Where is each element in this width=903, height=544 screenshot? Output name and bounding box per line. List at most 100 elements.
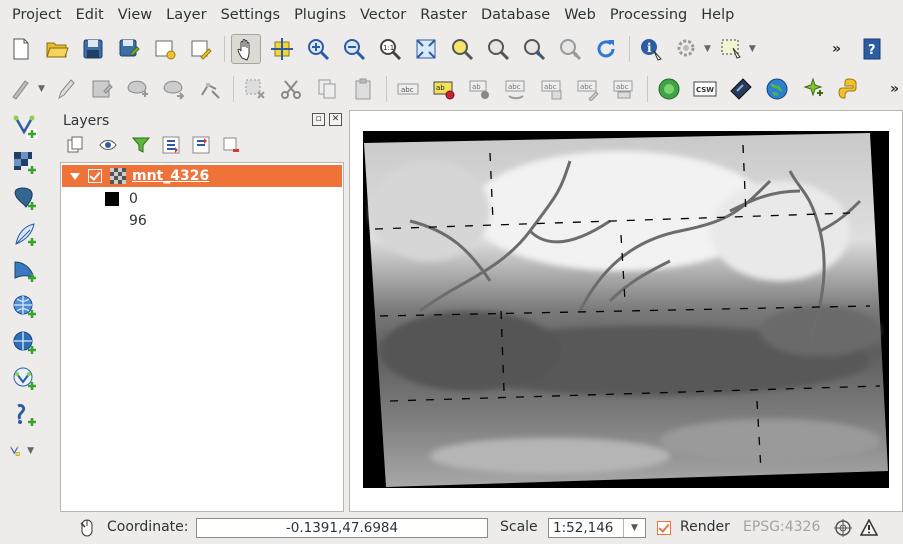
filter-icon[interactable] [132, 136, 150, 154]
refresh-icon[interactable] [591, 34, 621, 64]
label-icon[interactable]: abc [393, 74, 423, 104]
menu-database[interactable]: Database [474, 0, 557, 30]
cut-features-icon[interactable] [276, 74, 306, 104]
render-checkbox[interactable] [657, 521, 671, 535]
dem-raster [363, 131, 889, 488]
node-tool-icon[interactable] [195, 74, 225, 104]
menu-edit[interactable]: Edit [69, 0, 111, 30]
save-as-icon[interactable] [114, 34, 144, 64]
layer-tree[interactable]: mnt_4326 0 96 [60, 162, 344, 512]
toolbar-separator [629, 36, 630, 62]
zoom-native-icon[interactable]: 1:1 [375, 34, 405, 64]
action-icon[interactable] [672, 34, 702, 64]
remove-layer-icon[interactable] [222, 136, 240, 154]
python-icon[interactable] [834, 74, 864, 104]
menu-project[interactable]: Project [5, 0, 69, 30]
zoom-to-layer-icon[interactable] [483, 34, 513, 64]
identify-icon[interactable]: i [636, 34, 666, 64]
globe-icon[interactable] [762, 74, 792, 104]
menu-vector[interactable]: Vector [353, 0, 413, 30]
menu-settings[interactable]: Settings [214, 0, 287, 30]
toggle-editing-icon[interactable] [51, 74, 81, 104]
coordinate-input[interactable] [196, 518, 488, 538]
pan-to-selection-icon[interactable] [267, 34, 297, 64]
zoom-next-icon[interactable] [555, 34, 585, 64]
add-group-icon[interactable] [66, 136, 84, 154]
save-project-icon[interactable] [78, 34, 108, 64]
chevron-down-icon[interactable]: ▼ [38, 84, 45, 94]
float-panel-icon[interactable]: ▫ [312, 113, 325, 126]
add-wfs-layer-icon[interactable] [10, 364, 40, 394]
menu-raster[interactable]: Raster [413, 0, 474, 30]
copy-features-icon[interactable] [312, 74, 342, 104]
zoom-out-icon[interactable] [339, 34, 369, 64]
add-wms-layer-icon[interactable] [10, 292, 40, 322]
help-icon[interactable]: ? [857, 34, 887, 64]
pin-labels-icon[interactable]: ab [429, 74, 459, 104]
new-print-composer-icon[interactable] [150, 34, 180, 64]
chevron-down-icon[interactable]: ▼ [623, 519, 645, 537]
paste-features-icon[interactable] [348, 74, 378, 104]
zoom-in-icon[interactable] [303, 34, 333, 64]
plugin-icon[interactable] [798, 74, 828, 104]
layer-name[interactable]: mnt_4326 [132, 168, 209, 184]
composer-manager-icon[interactable] [186, 34, 216, 64]
add-mssql-layer-icon[interactable] [10, 256, 40, 286]
svg-text:?: ? [868, 43, 876, 58]
open-project-icon[interactable] [42, 34, 72, 64]
expand-all-icon[interactable] [162, 136, 180, 154]
warning-icon[interactable] [860, 519, 878, 537]
coordinate-label: Coordinate: [107, 519, 189, 535]
geoprocessing-icon[interactable] [654, 74, 684, 104]
crs-status[interactable]: EPSG:4326 [743, 519, 820, 535]
zoom-to-selection-icon[interactable] [447, 34, 477, 64]
add-spatialite-layer-icon[interactable] [10, 220, 40, 250]
add-raster-layer-icon[interactable] [10, 148, 40, 178]
add-vector-layer-icon[interactable] [10, 112, 40, 142]
change-label-icon[interactable]: abc [573, 74, 603, 104]
mouse-icon[interactable] [78, 519, 96, 537]
close-icon[interactable]: ✕ [329, 113, 342, 126]
new-shapefile-icon[interactable]: ▼ [10, 436, 40, 466]
gps-icon[interactable] [726, 74, 756, 104]
add-feature-icon[interactable] [123, 74, 153, 104]
save-edits-icon[interactable] [87, 74, 117, 104]
move-feature-icon[interactable] [159, 74, 189, 104]
csw-icon[interactable]: CSW [690, 74, 720, 104]
layer-visibility-checkbox[interactable] [88, 169, 102, 183]
crs-globe-icon[interactable] [834, 519, 852, 537]
svg-text:ab: ab [472, 83, 481, 91]
current-edits-icon[interactable] [6, 74, 36, 104]
pan-map-icon[interactable] [231, 34, 261, 64]
layer-row-selected[interactable]: mnt_4326 [62, 165, 342, 187]
chevron-down-icon[interactable]: ▼ [704, 44, 711, 54]
menu-help[interactable]: Help [694, 0, 741, 30]
move-label-icon[interactable]: abc [501, 74, 531, 104]
select-features-icon[interactable] [717, 34, 747, 64]
chevron-down-icon[interactable]: ▼ [27, 446, 34, 456]
chevron-down-icon[interactable]: ▼ [749, 44, 756, 54]
collapse-triangle-icon[interactable] [70, 172, 80, 180]
zoom-last-icon[interactable] [519, 34, 549, 64]
toolbar-overflow-icon[interactable]: » [832, 41, 841, 57]
map-canvas[interactable] [349, 110, 903, 512]
new-project-icon[interactable] [6, 34, 36, 64]
visibility-eye-icon[interactable] [96, 136, 120, 154]
menu-layer[interactable]: Layer [159, 0, 213, 30]
scale-combobox[interactable]: 1:52,146 ▼ [548, 518, 646, 538]
zoom-full-icon[interactable] [411, 34, 441, 64]
collapse-all-icon[interactable] [192, 136, 210, 154]
rotate-label-icon[interactable]: abc [537, 74, 567, 104]
label-options-icon[interactable]: abc [609, 74, 639, 104]
delete-selected-icon[interactable] [240, 74, 270, 104]
menu-view[interactable]: View [111, 0, 159, 30]
menu-processing[interactable]: Processing [603, 0, 694, 30]
toolbar-overflow-icon[interactable]: » [890, 81, 899, 97]
menu-web[interactable]: Web [557, 0, 603, 30]
show-hide-labels-icon[interactable]: ab [465, 74, 495, 104]
legend-item-max: 96 [105, 213, 147, 229]
add-postgis-layer-icon[interactable] [10, 184, 40, 214]
add-delimited-text-icon[interactable] [10, 400, 40, 430]
menu-plugins[interactable]: Plugins [287, 0, 353, 30]
add-wcs-layer-icon[interactable] [10, 328, 40, 358]
